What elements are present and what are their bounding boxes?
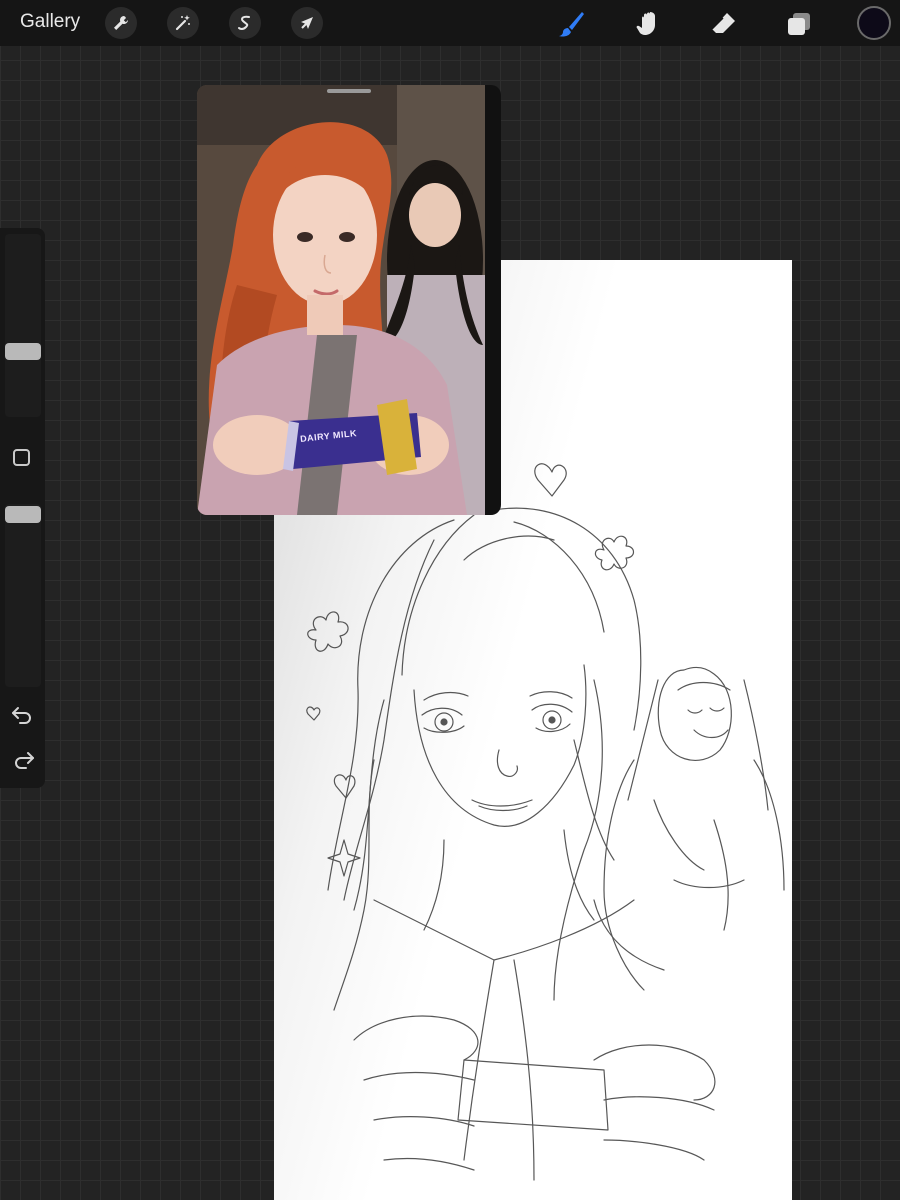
reference-drag-handle[interactable]: [327, 89, 371, 93]
redo-icon[interactable]: [10, 748, 36, 770]
brush-size-thumb[interactable]: [5, 343, 41, 360]
left-sidebar: [0, 228, 45, 788]
opacity-slider[interactable]: [5, 504, 41, 687]
brush-icon[interactable]: [555, 8, 587, 40]
color-picker-swatch[interactable]: [857, 6, 891, 40]
reference-photo: DAIRY MILK: [197, 85, 485, 515]
opacity-thumb[interactable]: [5, 506, 41, 523]
gallery-button[interactable]: Gallery: [20, 11, 80, 33]
magic-wand-icon[interactable]: [167, 7, 199, 39]
wrench-icon[interactable]: [105, 7, 137, 39]
selection-icon[interactable]: [229, 7, 261, 39]
brush-size-slider[interactable]: [5, 234, 41, 417]
transform-arrow-icon[interactable]: [291, 7, 323, 39]
modify-button[interactable]: [13, 449, 30, 466]
eraser-icon[interactable]: [707, 8, 739, 40]
undo-icon[interactable]: [10, 703, 36, 725]
top-toolbar: Gallery: [0, 0, 900, 46]
reference-window[interactable]: DAIRY MILK: [197, 85, 501, 515]
layers-icon[interactable]: [783, 8, 815, 40]
smudge-icon[interactable]: [631, 8, 663, 40]
